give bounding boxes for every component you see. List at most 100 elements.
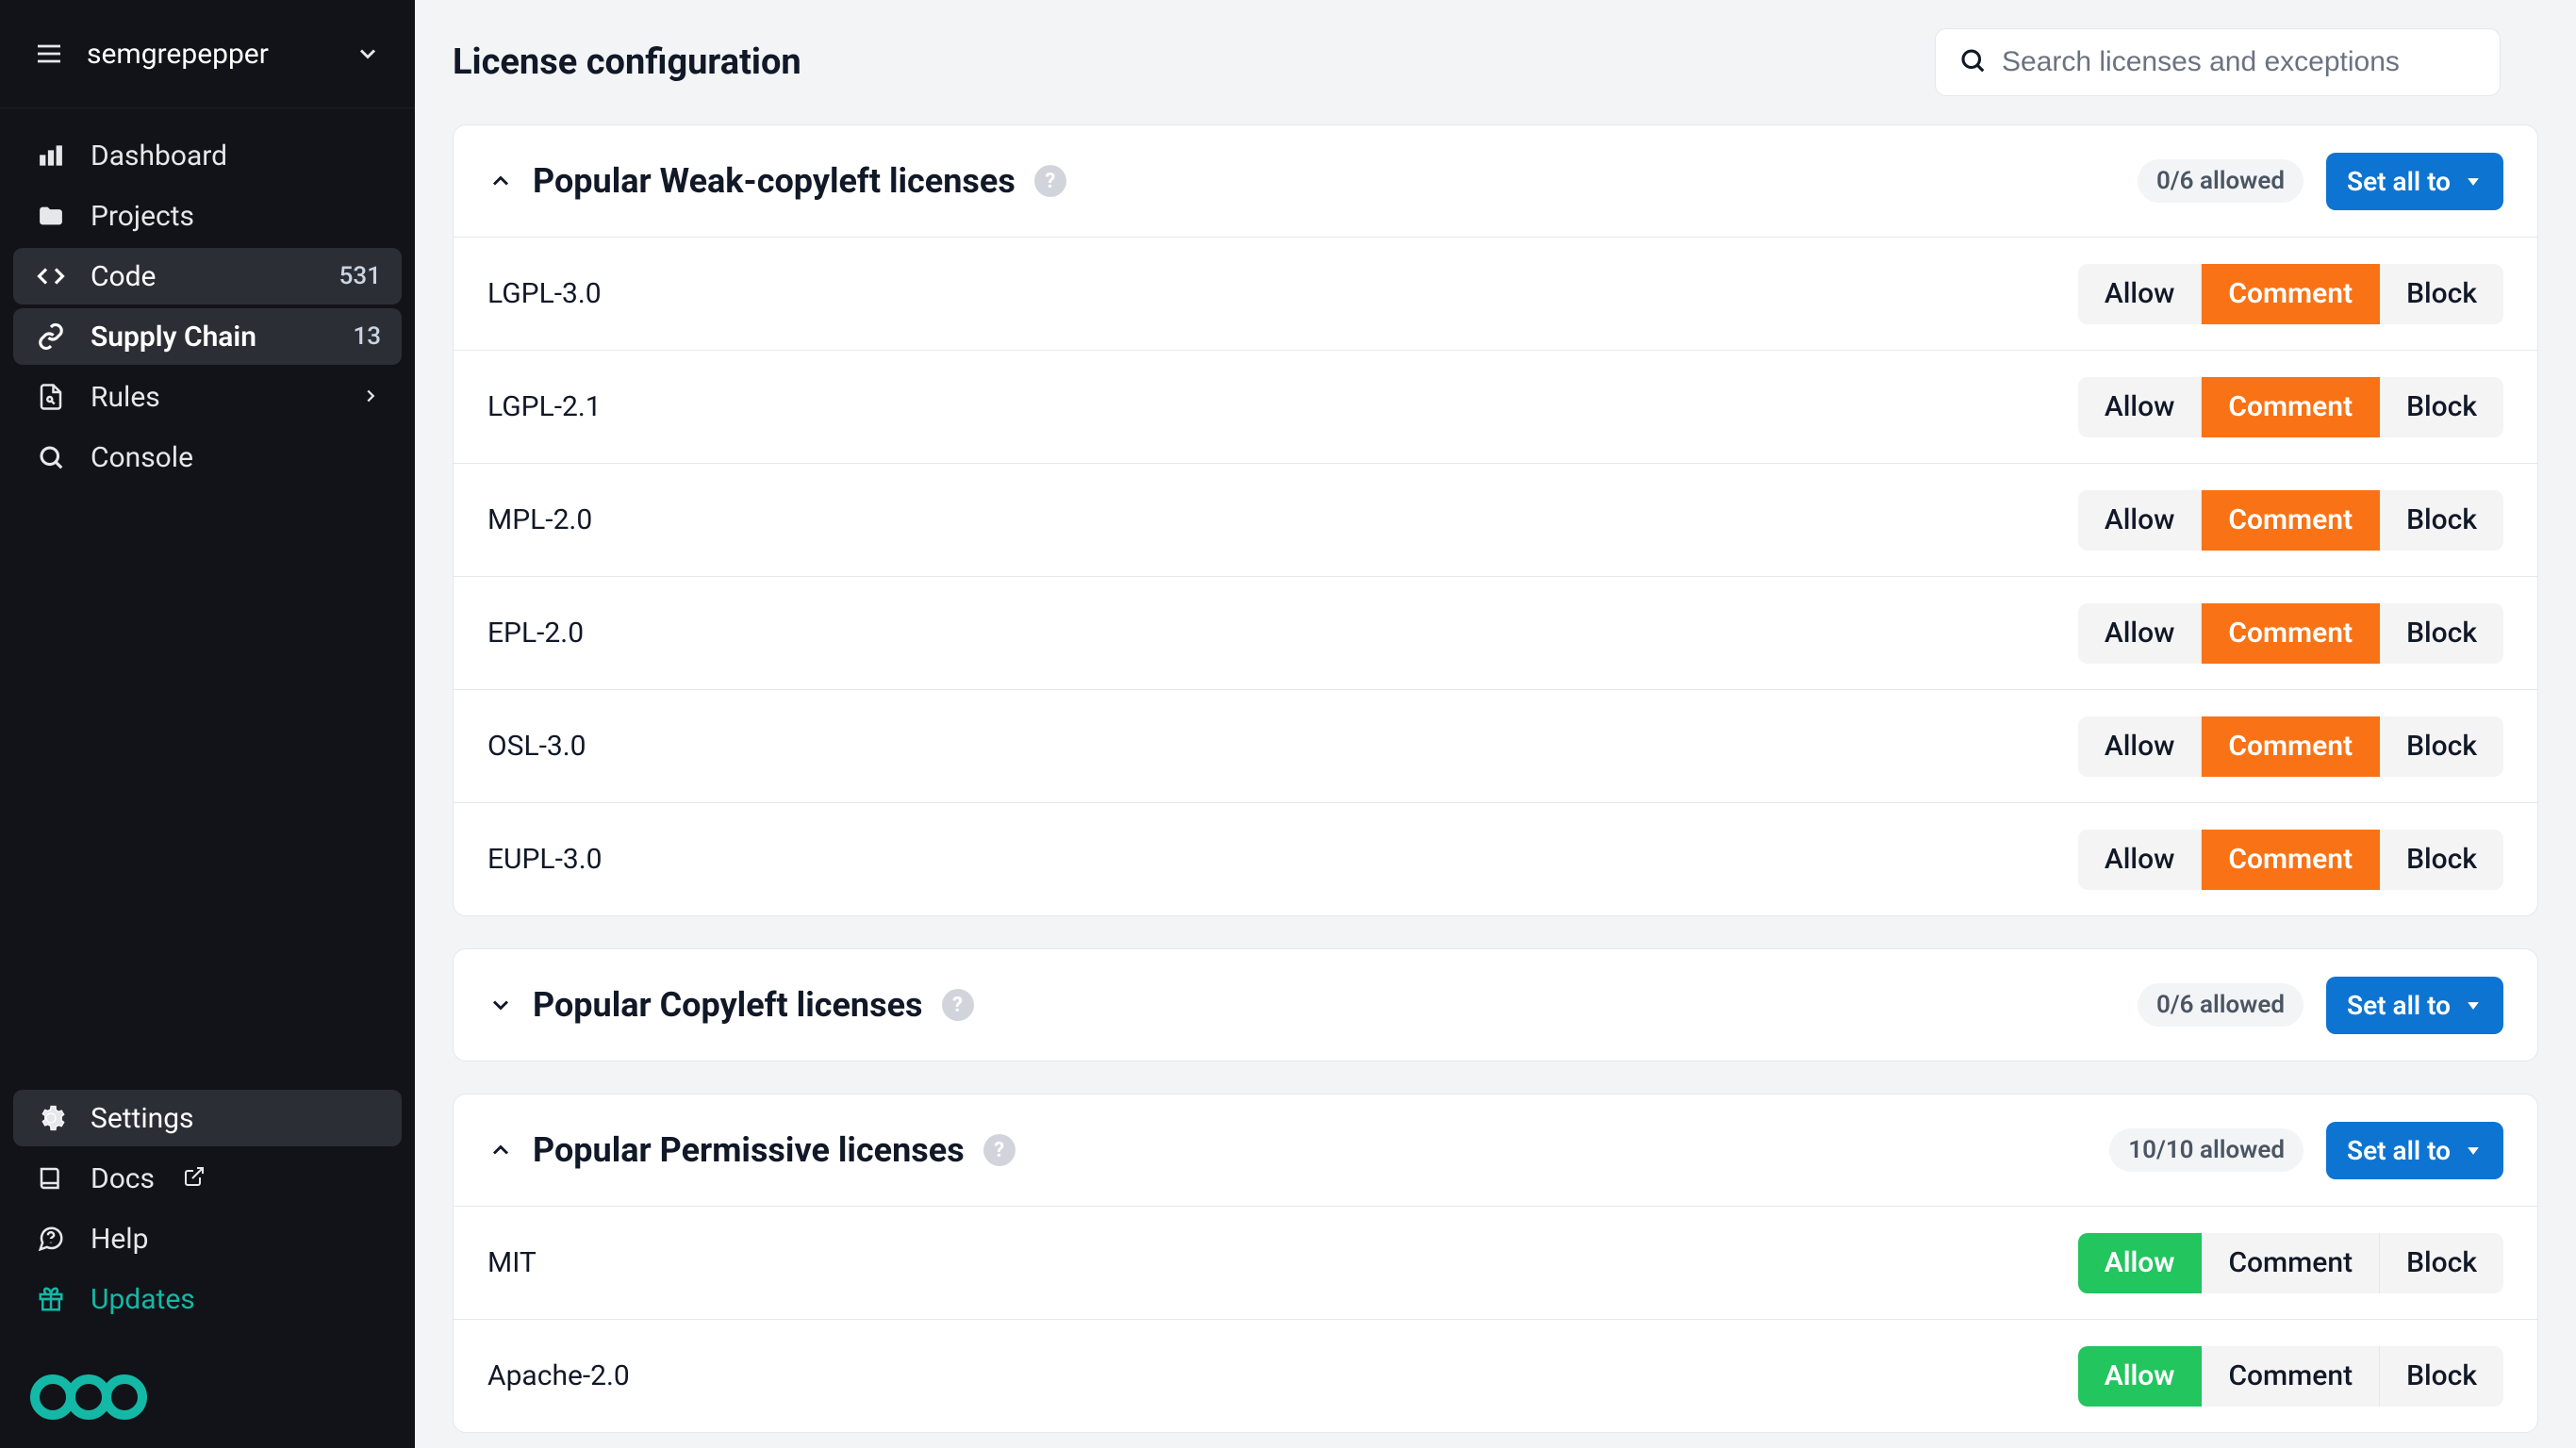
license-name: OSL-3.0 (487, 730, 2078, 763)
block-button[interactable]: Block (2380, 264, 2503, 324)
block-button[interactable]: Block (2380, 603, 2503, 664)
allowed-count-badge: 0/6 allowed (2138, 159, 2304, 203)
block-button[interactable]: Block (2380, 377, 2503, 437)
allow-button[interactable]: Allow (2078, 603, 2202, 664)
org-name: semgrepepper (87, 38, 332, 71)
chevron-down-icon[interactable] (487, 992, 514, 1018)
license-section: Popular Copyleft licenses?0/6 allowedSet… (453, 948, 2538, 1061)
search-input[interactable] (2002, 46, 2477, 78)
sidebar-item-console[interactable]: Console (13, 429, 402, 485)
sidebar: semgrepepper Dashboard Projects (0, 0, 415, 1448)
license-action-group: AllowCommentBlock (2078, 830, 2503, 890)
license-section: Popular Permissive licenses? 10/10 allowe… (453, 1094, 2538, 1433)
chevron-right-icon (360, 381, 381, 414)
license-row: MITAllowCommentBlock (454, 1206, 2537, 1319)
block-button[interactable]: Block (2380, 830, 2503, 890)
license-row: EUPL-3.0AllowCommentBlock (454, 802, 2537, 915)
license-name: EUPL-3.0 (487, 843, 2078, 876)
sidebar-item-label: Code (91, 260, 156, 293)
license-action-group: AllowCommentBlock (2078, 377, 2503, 437)
license-action-group: AllowCommentBlock (2078, 490, 2503, 551)
comment-button[interactable]: Comment (2202, 830, 2380, 890)
sidebar-nav: Dashboard Projects Code 531 (0, 108, 415, 1356)
set-all-button[interactable]: Set all to (2326, 1122, 2503, 1179)
comment-button[interactable]: Comment (2202, 716, 2380, 777)
section-header[interactable]: Popular Permissive licenses? 10/10 allowe… (454, 1094, 2537, 1206)
help-icon[interactable]: ? (983, 1134, 1016, 1166)
chevron-down-icon (355, 41, 381, 67)
license-name: MIT (487, 1246, 2078, 1279)
license-name: LGPL-2.1 (487, 390, 2078, 423)
comment-button[interactable]: Comment (2202, 603, 2380, 664)
allow-button[interactable]: Allow (2078, 490, 2202, 551)
sidebar-item-settings[interactable]: Settings (13, 1090, 402, 1146)
sidebar-item-label: Supply Chain (91, 321, 256, 354)
section-title: Popular Weak-copyleft licenses (533, 161, 1016, 201)
page-title: License configuration (453, 41, 1935, 83)
section-header[interactable]: Popular Weak-copyleft licenses? 0/6 allow… (454, 125, 2537, 237)
sidebar-item-code[interactable]: Code 531 (13, 248, 402, 304)
block-button[interactable]: Block (2380, 1233, 2503, 1293)
comment-button[interactable]: Comment (2202, 1233, 2380, 1293)
chevron-up-icon[interactable] (487, 1137, 514, 1163)
license-row: Apache-2.0AllowCommentBlock (454, 1319, 2537, 1432)
sidebar-item-label: Projects (91, 200, 194, 233)
sidebar-item-docs[interactable]: Docs (13, 1150, 402, 1207)
sidebar-item-label: Updates (91, 1283, 195, 1316)
block-button[interactable]: Block (2380, 716, 2503, 777)
comment-button[interactable]: Comment (2202, 490, 2380, 551)
license-name: MPL-2.0 (487, 503, 2078, 536)
sidebar-item-supply-chain[interactable]: Supply Chain 13 (13, 308, 402, 365)
main-content: License configuration Popular Weak-copyl… (415, 0, 2576, 1448)
sidebar-item-label: Rules (91, 381, 160, 414)
license-name: LGPL-3.0 (487, 277, 2078, 310)
license-action-group: AllowCommentBlock (2078, 1233, 2503, 1293)
allow-button[interactable]: Allow (2078, 377, 2202, 437)
badge-count: 531 (339, 262, 381, 290)
org-switcher[interactable]: semgrepepper (0, 0, 415, 108)
allow-button[interactable]: Allow (2078, 716, 2202, 777)
set-all-label: Set all to (2347, 1135, 2451, 1166)
sidebar-item-rules[interactable]: Rules (13, 369, 402, 425)
license-action-group: AllowCommentBlock (2078, 264, 2503, 324)
license-section: Popular Weak-copyleft licenses? 0/6 allow… (453, 124, 2538, 916)
license-name: Apache-2.0 (487, 1359, 2078, 1392)
sidebar-item-dashboard[interactable]: Dashboard (13, 127, 402, 184)
help-icon[interactable]: ? (1034, 165, 1066, 197)
section-title: Popular Permissive licenses (533, 1130, 965, 1170)
chevron-up-icon[interactable] (487, 168, 514, 194)
code-icon (34, 262, 68, 290)
block-button[interactable]: Block (2380, 490, 2503, 551)
comment-button[interactable]: Comment (2202, 264, 2380, 324)
sidebar-item-projects[interactable]: Projects (13, 188, 402, 244)
section-header[interactable]: Popular Copyleft licenses?0/6 allowedSet… (454, 949, 2537, 1061)
allow-button[interactable]: Allow (2078, 1233, 2203, 1293)
comment-button[interactable]: Comment (2202, 377, 2380, 437)
book-icon (34, 1164, 68, 1193)
allow-button[interactable]: Allow (2078, 1346, 2203, 1407)
rules-icon (34, 383, 68, 411)
sidebar-item-updates[interactable]: Updates (13, 1271, 402, 1327)
folder-icon (34, 202, 68, 230)
set-all-button[interactable]: Set all to (2326, 977, 2503, 1034)
sidebar-item-label: Console (91, 441, 193, 474)
allow-button[interactable]: Allow (2078, 830, 2202, 890)
badge-count: 13 (353, 322, 381, 351)
license-row: LGPL-3.0AllowCommentBlock (454, 237, 2537, 350)
block-button[interactable]: Block (2380, 1346, 2503, 1407)
set-all-button[interactable]: Set all to (2326, 153, 2503, 210)
sidebar-item-label: Settings (91, 1102, 194, 1135)
allowed-count-badge: 10/10 allowed (2109, 1128, 2304, 1172)
search-icon (1958, 46, 1987, 78)
license-action-group: AllowCommentBlock (2078, 603, 2503, 664)
search-field[interactable] (1935, 28, 2501, 96)
license-action-group: AllowCommentBlock (2078, 1346, 2503, 1407)
sidebar-item-help[interactable]: Help (13, 1210, 402, 1267)
comment-button[interactable]: Comment (2202, 1346, 2380, 1407)
license-row: EPL-2.0AllowCommentBlock (454, 576, 2537, 689)
license-row: MPL-2.0AllowCommentBlock (454, 463, 2537, 576)
license-row: OSL-3.0AllowCommentBlock (454, 689, 2537, 802)
allow-button[interactable]: Allow (2078, 264, 2202, 324)
set-all-label: Set all to (2347, 990, 2451, 1021)
help-icon[interactable]: ? (942, 989, 974, 1021)
